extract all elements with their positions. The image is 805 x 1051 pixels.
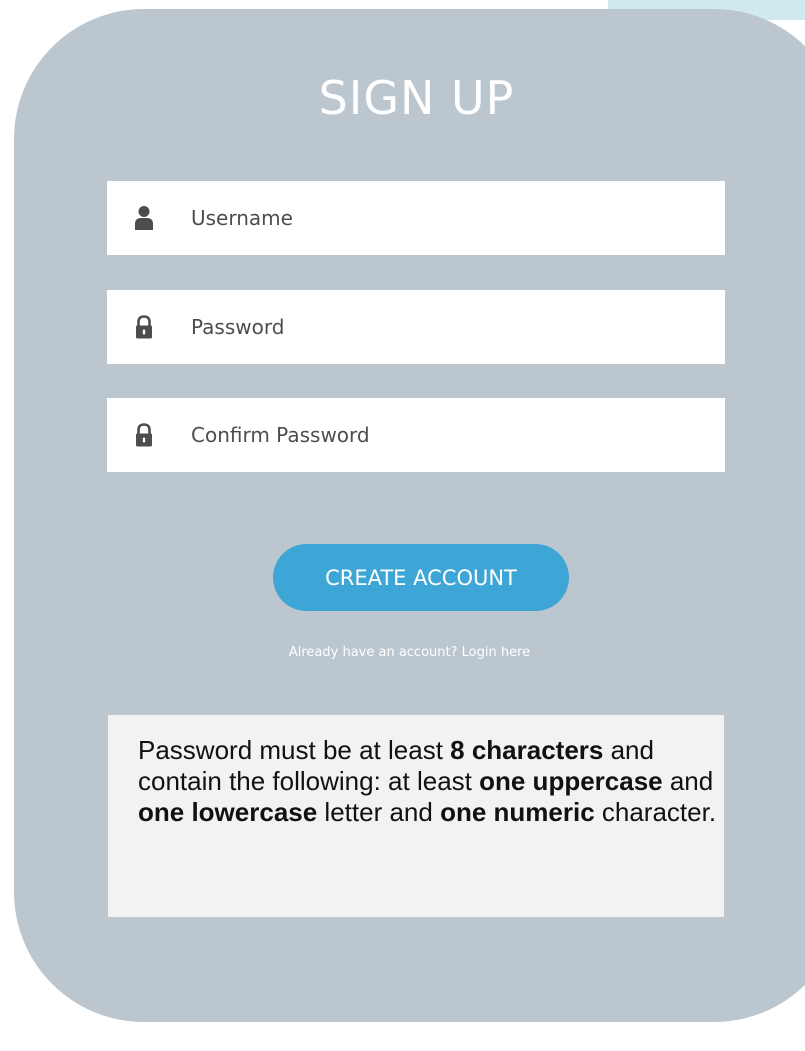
create-account-button[interactable]: CREATE ACCOUNT [273, 544, 569, 611]
username-field[interactable] [107, 181, 725, 255]
password-requirements-text: Password must be at least 8 characters a… [138, 735, 717, 827]
page-title: SIGN UP [318, 71, 515, 125]
confirm-password-input[interactable] [191, 398, 691, 472]
user-icon [135, 206, 153, 230]
signup-card: SIGN UP CREATE AC [14, 9, 805, 1022]
login-link[interactable]: Already have an account? Login here [14, 645, 805, 660]
lock-icon [135, 315, 153, 339]
password-input[interactable] [191, 290, 691, 364]
password-field[interactable] [107, 290, 725, 364]
password-requirements-box: Password must be at least 8 characters a… [108, 715, 724, 917]
username-input[interactable] [191, 181, 691, 255]
lock-icon [135, 423, 153, 447]
confirm-password-field[interactable] [107, 398, 725, 472]
